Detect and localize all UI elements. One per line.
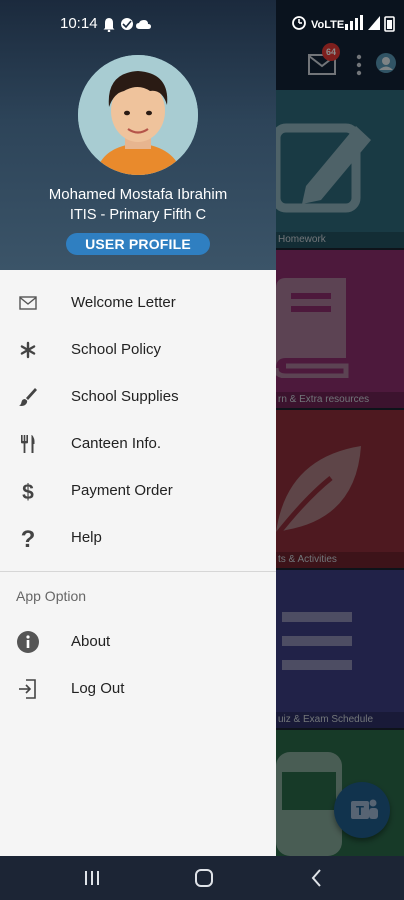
avatar[interactable] (78, 55, 198, 175)
menu-item-school-supplies[interactable]: School Supplies (0, 374, 276, 420)
menu-item-label: Payment Order (71, 482, 173, 499)
user-photo (78, 55, 198, 175)
menu-item-label: Welcome Letter (71, 294, 176, 311)
menu-divider (0, 571, 276, 572)
menu-item-welcome-letter[interactable]: Welcome Letter (0, 280, 276, 326)
navigation-drawer: Mohamed Mostafa Ibrahim ITIS - Primary F… (0, 0, 276, 856)
notification-icons (103, 18, 151, 32)
section-title-app-option: App Option (16, 588, 87, 604)
logout-icon (19, 679, 36, 699)
menu-item-log-out[interactable]: Log Out (0, 666, 276, 712)
menu-item-label: About (71, 633, 111, 650)
svg-text:$: $ (22, 481, 34, 503)
status-bar: 10:14 VoLTE (0, 0, 404, 40)
system-status-icons: VoLTE (292, 15, 395, 32)
home-icon[interactable] (192, 866, 216, 890)
info-icon (17, 631, 39, 653)
svg-text:?: ? (21, 526, 36, 550)
user-class: ITIS - Primary Fifth C (69, 207, 207, 223)
menu-item-label: Canteen Info. (71, 435, 162, 452)
dollar-icon: $ (22, 481, 34, 503)
user-profile-button[interactable]: USER PROFILE (66, 233, 210, 255)
system-navigation-bar (0, 856, 404, 900)
menu-item-payment-order[interactable]: $ Payment Order (0, 468, 276, 514)
menu-item-label: School Supplies (71, 388, 179, 405)
svg-text:VoLTE: VoLTE (311, 19, 344, 31)
menu-item-label: Help (71, 529, 102, 546)
menu-item-label: Log Out (71, 680, 125, 697)
question-icon: ? (21, 526, 36, 550)
asterisk-icon (20, 341, 36, 359)
brush-icon (19, 388, 37, 406)
envelope-icon (19, 296, 37, 310)
menu-item-help[interactable]: ? Help (0, 515, 276, 561)
back-icon[interactable] (305, 866, 329, 890)
menu-item-school-policy[interactable]: School Policy (0, 327, 276, 373)
recent-apps-icon[interactable] (80, 866, 104, 890)
menu-item-label: School Policy (71, 341, 162, 358)
menu-item-canteen-info[interactable]: Canteen Info. (0, 421, 276, 467)
menu-item-about[interactable]: About (0, 619, 276, 665)
user-name: Mohamed Mostafa Ibrahim (48, 186, 228, 203)
status-time: 10:14 (60, 15, 98, 32)
drawer-header: Mohamed Mostafa Ibrahim ITIS - Primary F… (0, 0, 276, 270)
cutlery-icon (21, 435, 35, 453)
